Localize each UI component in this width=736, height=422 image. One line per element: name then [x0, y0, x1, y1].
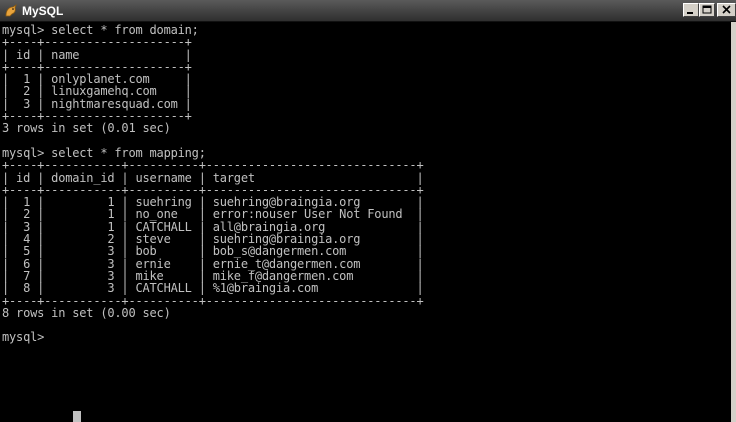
console-output-area[interactable]: mysql> select * from domain; +----+-----…	[0, 22, 731, 422]
minimize-button[interactable]	[683, 3, 699, 17]
text-cursor	[73, 411, 81, 422]
close-icon	[722, 5, 731, 14]
title-bar[interactable]: MySQL	[0, 0, 736, 22]
maximize-button[interactable]	[699, 3, 715, 17]
mysql-dolphin-icon	[4, 3, 18, 17]
maximize-icon	[702, 5, 712, 14]
console-line: mysql>	[2, 330, 52, 345]
minimize-icon	[687, 12, 693, 14]
console-line: 3 rows in set (0.01 sec)	[2, 121, 171, 136]
console-line: 8 rows in set (0.00 sec)	[2, 305, 171, 320]
console-text: mysql> select * from domain; +----+-----…	[2, 24, 424, 345]
close-button[interactable]	[717, 3, 736, 17]
window-title: MySQL	[22, 4, 64, 18]
vertical-scrollbar[interactable]	[731, 22, 736, 422]
